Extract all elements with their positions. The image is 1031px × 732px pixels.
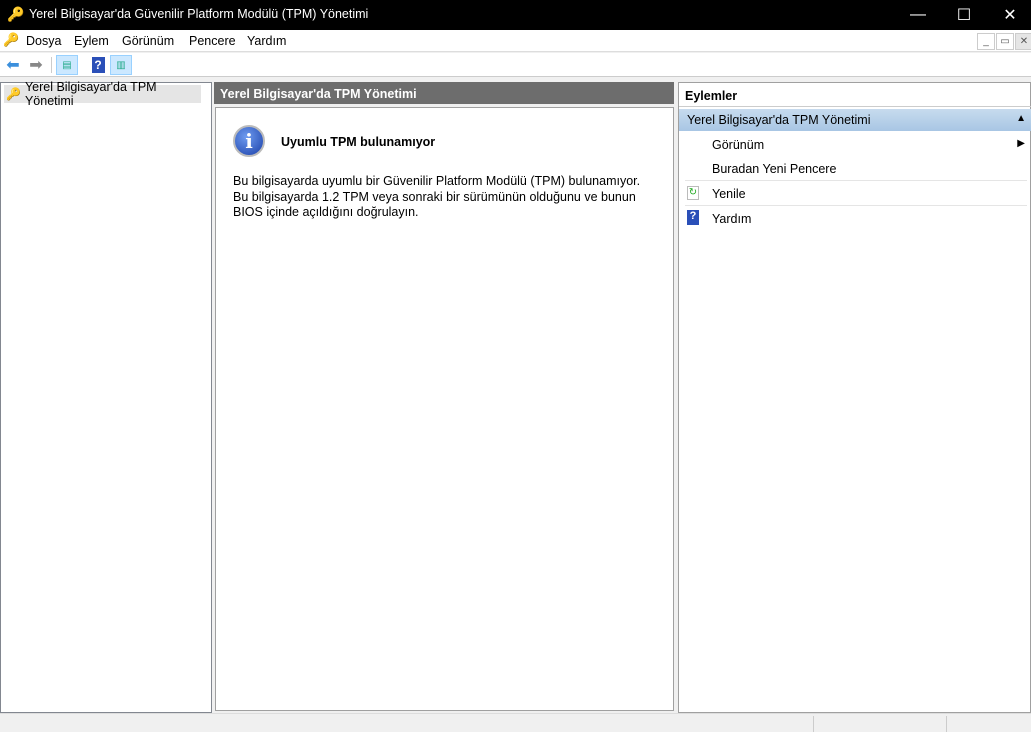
mdi-restore-button[interactable]: ▭ [996, 33, 1014, 50]
help-icon: ? [687, 210, 699, 225]
main-pane: Yerel Bilgisayar'da TPM Yönetimi i Uyuml… [214, 82, 676, 713]
tpm-key-icon: 🔑 [7, 6, 25, 22]
message-body: Bu bilgisayarda uyumlu bir Güvenilir Pla… [233, 174, 640, 221]
message-line: Bu bilgisayarda 1.2 TPM veya sonraki bir… [233, 189, 636, 204]
status-divider [946, 716, 947, 732]
tpm-key-icon: 🔑 [6, 87, 21, 101]
menu-gorunum[interactable]: Görünüm [122, 34, 174, 48]
title-bar: 🔑 Yerel Bilgisayar'da Güvenilir Platform… [0, 0, 1031, 30]
message-line: Bu bilgisayarda uyumlu bir Güvenilir Pla… [233, 174, 641, 188]
actions-pane: Eylemler Yerel Bilgisayar'da TPM Yönetim… [678, 82, 1031, 713]
action-label: Görünüm [712, 138, 765, 152]
tree-item-label: Yerel Bilgisayar'da TPM Yönetimi [24, 80, 157, 108]
forward-arrow-icon[interactable]: ➡ [25, 55, 47, 75]
tree-pane: 🔑 Yerel Bilgisayar'da TPM Yönetimi [0, 80, 212, 713]
tree-item-tpm[interactable]: 🔑 Yerel Bilgisayar'da TPM Yönetimi [4, 80, 201, 108]
section-label: Yerel Bilgisayar'da TPM Yönetimi [687, 113, 871, 127]
submenu-arrow-icon: ▶ [1017, 138, 1025, 149]
status-bar [0, 713, 1031, 732]
action-label: Buradan Yeni Pencere [712, 162, 837, 176]
main-header: Yerel Bilgisayar'da TPM Yönetimi [214, 82, 674, 104]
menu-yardim[interactable]: Yardım [247, 34, 286, 48]
app-icon: 🔑 [3, 32, 20, 47]
mdi-minimize-button[interactable]: _ [977, 33, 995, 50]
actions-header: Eylemler [679, 83, 1031, 107]
action-label: Yenile [712, 187, 746, 201]
action-gorunum[interactable]: Görünüm ▶ [679, 132, 1029, 157]
show-hide-action-pane-icon[interactable]: ▥ [110, 55, 132, 75]
show-hide-tree-icon[interactable]: ▤ [56, 55, 78, 75]
action-help[interactable]: ? Yardım [685, 205, 1027, 230]
help-icon[interactable]: ? [87, 55, 109, 75]
collapse-arrow-icon[interactable]: ▲ [1016, 113, 1026, 124]
window-title: Yerel Bilgisayar'da Güvenilir Platform M… [29, 7, 369, 21]
message-line: BIOS içinde açıldığını doğrulayın. [233, 205, 419, 219]
toolbar: ⬅ ➡ ▤ ? ▥ [0, 53, 1031, 77]
close-button[interactable]: ✕ [987, 0, 1031, 30]
message-title: Uyumlu TPM bulunamıyor [281, 135, 436, 149]
menu-eylem[interactable]: Eylem [74, 34, 109, 48]
refresh-icon: ↻ [687, 186, 699, 200]
mdi-close-button[interactable]: ✕ [1015, 33, 1031, 50]
info-icon: i [233, 125, 265, 157]
action-refresh[interactable]: ↻ Yenile [685, 180, 1027, 205]
maximize-button[interactable]: ☐ [941, 0, 987, 30]
action-label: Yardım [712, 212, 752, 226]
toolbar-divider [51, 57, 52, 73]
menu-dosya[interactable]: Dosya [26, 34, 61, 48]
back-arrow-icon[interactable]: ⬅ [2, 55, 24, 75]
menu-bar: 🔑 Dosya Eylem Görünüm Pencere Yardım _ ▭… [0, 30, 1031, 52]
minimize-button[interactable]: — [895, 0, 941, 30]
main-content: i Uyumlu TPM bulunamıyor Bu bilgisayarda… [215, 107, 674, 711]
actions-section-header[interactable]: Yerel Bilgisayar'da TPM Yönetimi ▲ [679, 109, 1031, 131]
action-new-window[interactable]: Buradan Yeni Pencere [679, 156, 1029, 181]
menu-pencere[interactable]: Pencere [189, 34, 236, 48]
status-divider [813, 716, 814, 732]
